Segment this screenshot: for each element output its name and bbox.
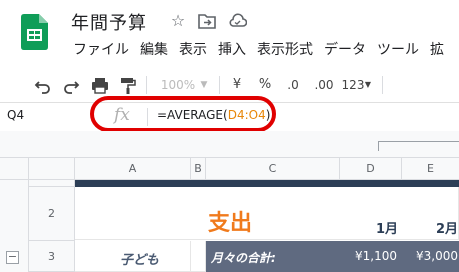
- menu-bar: ファイル 編集 表示 挿入 表示形式 データ ツール 拡: [73, 40, 455, 60]
- toolbar-divider: [219, 76, 220, 94]
- sheets-logo-icon[interactable]: [21, 14, 48, 50]
- decrease-decimal-button[interactable]: .0: [283, 68, 303, 102]
- month-header-february: 2月: [436, 222, 459, 237]
- column-header-d[interactable]: D: [340, 158, 402, 180]
- toolbar-divider: [382, 76, 383, 94]
- column-header-b[interactable]: B: [191, 158, 206, 180]
- select-all-corner[interactable]: [29, 158, 75, 180]
- menu-data[interactable]: データ: [324, 40, 377, 60]
- menu-edit[interactable]: 編集: [140, 40, 179, 60]
- cell-b3[interactable]: [191, 241, 206, 272]
- name-box[interactable]: Q4: [7, 108, 24, 122]
- redo-icon[interactable]: [61, 68, 81, 102]
- column-group-bracket[interactable]: [378, 141, 459, 151]
- menu-format[interactable]: 表示形式: [257, 40, 324, 60]
- row-header-1[interactable]: [29, 180, 75, 187]
- header-band: [75, 180, 459, 187]
- month-header-january: 1月: [376, 222, 399, 237]
- column-header-c[interactable]: C: [206, 158, 340, 180]
- category-label: 子ども: [120, 253, 160, 268]
- expense-title: 支出: [208, 211, 253, 236]
- row-header-2[interactable]: 2: [29, 187, 75, 241]
- cloud-status-icon[interactable]: [228, 13, 247, 28]
- total-amount-february: ¥3,000: [416, 249, 458, 263]
- column-header-a[interactable]: A: [75, 158, 191, 180]
- title-row[interactable]: [75, 187, 459, 240]
- undo-icon[interactable]: [33, 68, 53, 102]
- collapse-group-button[interactable]: −: [6, 251, 19, 264]
- grid-corner-gutter: [0, 158, 29, 180]
- menu-view[interactable]: 表示: [179, 40, 218, 60]
- number-format-dropdown-icon[interactable]: ▼: [363, 68, 373, 102]
- toolbar-divider: [146, 76, 147, 94]
- increase-decimal-button[interactable]: .00: [312, 68, 336, 102]
- menu-insert[interactable]: 挿入: [218, 40, 257, 60]
- column-header-e[interactable]: E: [402, 158, 459, 180]
- menu-tools[interactable]: ツール: [377, 40, 430, 60]
- menu-file[interactable]: ファイル: [73, 40, 140, 60]
- row-header-3[interactable]: 3: [29, 241, 75, 272]
- star-icon[interactable]: ☆: [169, 12, 187, 30]
- monthly-total-label: 月々の合計:: [211, 251, 276, 265]
- document-title[interactable]: 年間予算: [71, 9, 147, 35]
- move-to-folder-icon[interactable]: [198, 13, 216, 29]
- total-amount-january: ¥1,100: [355, 249, 397, 263]
- highlight-annotation: [90, 96, 276, 132]
- menu-extensions[interactable]: 拡: [430, 40, 455, 60]
- number-format-button[interactable]: 123: [341, 68, 365, 102]
